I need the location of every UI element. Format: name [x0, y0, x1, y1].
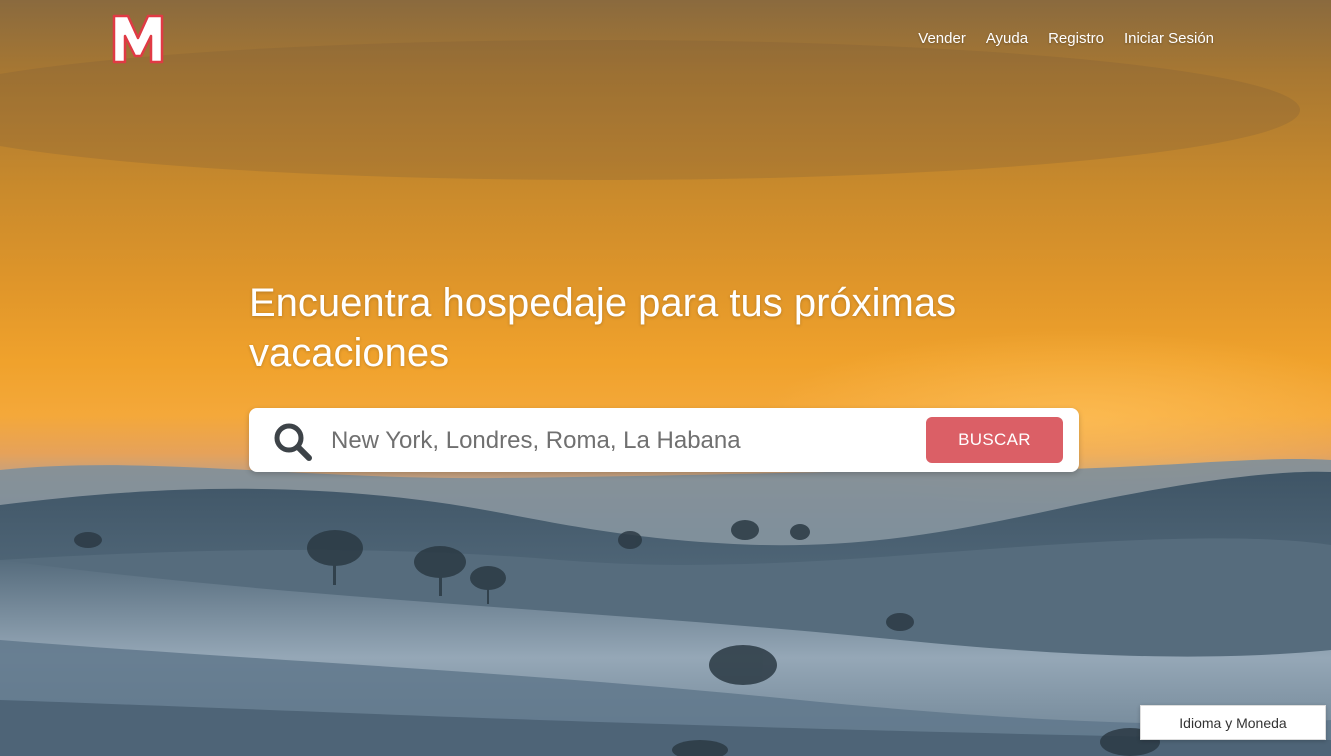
misty-landscape-image: [0, 40, 1331, 756]
search-button[interactable]: BUSCAR: [926, 417, 1063, 463]
hero-background: [0, 0, 1331, 756]
brand-logo[interactable]: [108, 8, 168, 68]
hero-headline: Encuentra hospedaje para tus próximas va…: [249, 281, 957, 375]
language-currency-button[interactable]: Idioma y Moneda: [1140, 705, 1326, 740]
nav-vender-link[interactable]: Vender: [918, 30, 966, 47]
nav-ayuda-link[interactable]: Ayuda: [986, 30, 1028, 47]
search-icon: [274, 423, 312, 461]
logo-m-icon: [112, 14, 164, 64]
top-navigation: Vender Ayuda Registro Iniciar Sesión: [918, 30, 1214, 47]
search-bar: BUSCAR: [249, 408, 1079, 472]
destination-search-input[interactable]: [329, 418, 913, 464]
nav-iniciar-sesion-link[interactable]: Iniciar Sesión: [1124, 30, 1214, 47]
nav-registro-link[interactable]: Registro: [1048, 30, 1104, 47]
